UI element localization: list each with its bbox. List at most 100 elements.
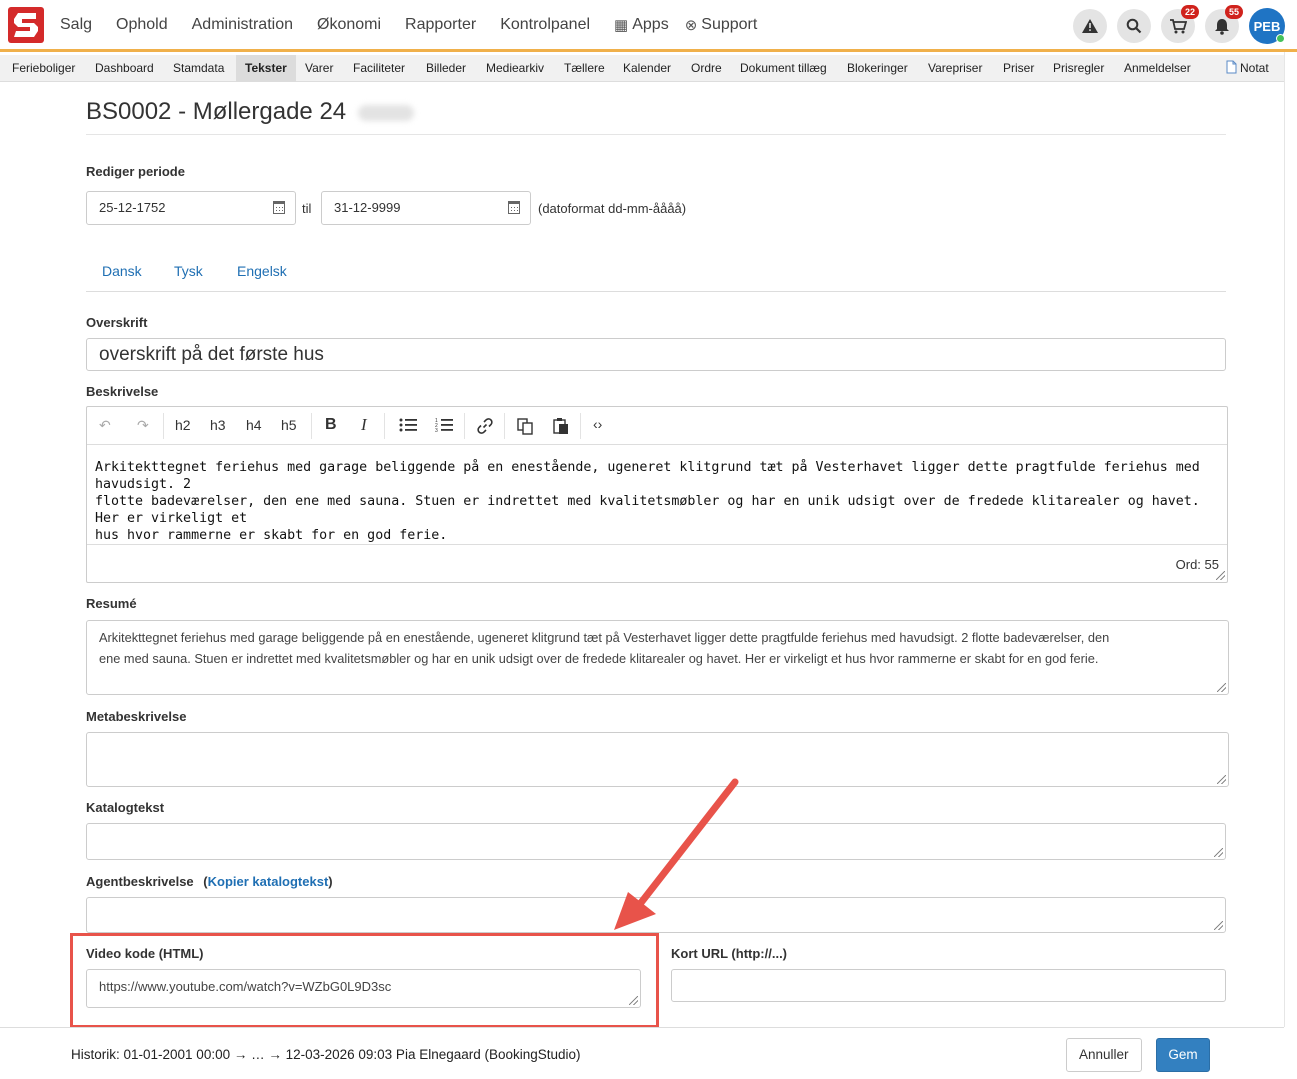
period-label: Rediger periode	[86, 164, 185, 179]
undo-icon[interactable]: ↶	[99, 417, 111, 434]
cancel-button[interactable]: Annuller	[1066, 1038, 1142, 1072]
h4-button[interactable]: h4	[246, 417, 262, 433]
subnav-item-dashboard[interactable]: Dashboard	[89, 55, 160, 82]
short-url-input[interactable]	[671, 969, 1226, 1002]
subnav-item-ordre[interactable]: Ordre	[685, 55, 728, 82]
nav-item-okonomi[interactable]: Økonomi	[317, 16, 381, 34]
toolbar-separator	[580, 413, 581, 439]
catalog-label: Katalogtekst	[86, 800, 165, 815]
blurred-tag	[358, 104, 415, 121]
resize-handle-icon[interactable]	[1216, 571, 1225, 580]
nav-item-support[interactable]: ⊗ Support	[685, 16, 758, 34]
bold-icon[interactable]: B	[325, 416, 337, 434]
nav-item-apps[interactable]: ▦ Apps	[614, 16, 669, 34]
subnav-item-billeder[interactable]: Billeder	[420, 55, 472, 82]
nav-item-label: Apps	[632, 16, 669, 33]
nav-item-label: Rapporter	[405, 16, 477, 33]
subnav-label: Varer	[305, 61, 334, 75]
search-icon	[1126, 18, 1142, 34]
subnav-label: Tekster	[245, 61, 287, 75]
highlight-box	[70, 933, 659, 1028]
nav-item-kontrolpanel[interactable]: Kontrolpanel	[500, 16, 590, 34]
grid-icon: ▦	[614, 17, 629, 34]
subnav-item-blokeringer[interactable]: Blokeringer	[841, 55, 914, 82]
description-line: flotte badeværelser, den ene med sauna. …	[95, 494, 1200, 526]
subnav-item-priser[interactable]: Priser	[997, 55, 1040, 82]
warning-button[interactable]	[1073, 9, 1107, 43]
nav-item-label: Support	[701, 16, 758, 33]
h2-button[interactable]: h2	[175, 417, 191, 433]
description-label: Beskrivelse	[86, 384, 159, 399]
nav-item-administration[interactable]: Administration	[192, 16, 293, 34]
redo-icon[interactable]: ↷	[137, 417, 149, 434]
nav-item-ophold[interactable]: Ophold	[116, 16, 168, 34]
subnav-item-anmeldelser[interactable]: Anmeldelser	[1118, 55, 1197, 82]
source-code-icon[interactable]: ‹›	[593, 416, 602, 432]
document-icon	[1226, 60, 1237, 74]
warning-icon	[1082, 19, 1098, 33]
link-icon[interactable]	[476, 417, 494, 438]
copy-icon[interactable]	[516, 417, 534, 438]
subnav-item-mediearkiv[interactable]: Mediearkiv	[480, 55, 550, 82]
meta-textarea[interactable]	[86, 732, 1229, 787]
period-to-input[interactable]: 31-12-9999	[321, 191, 531, 225]
resize-handle-icon[interactable]	[1217, 683, 1226, 692]
bullet-list-icon[interactable]	[399, 417, 417, 436]
language-tabs: Dansk Tysk Engelsk	[86, 258, 1226, 292]
calendar-icon[interactable]	[508, 201, 520, 214]
resize-handle-icon[interactable]	[1214, 848, 1223, 857]
catalog-textarea[interactable]	[86, 823, 1226, 860]
subnav-item-dokument-tillaeg[interactable]: Dokument tillæg	[734, 55, 833, 82]
nav-item-rapporter[interactable]: Rapporter	[405, 16, 476, 34]
paste-icon[interactable]	[552, 417, 570, 438]
subnav-item-varer[interactable]: Varer	[299, 55, 339, 82]
h3-button[interactable]: h3	[210, 417, 226, 433]
word-count: Ord: 55	[1175, 557, 1219, 572]
resize-handle-icon[interactable]	[1217, 775, 1226, 784]
italic-icon[interactable]: I	[361, 415, 367, 435]
tab-tysk[interactable]: Tysk	[174, 263, 203, 279]
page-title-text: BS0002 - Møllergade 24	[86, 98, 347, 125]
save-button[interactable]: Gem	[1156, 1038, 1210, 1072]
nav-item-label: Salg	[60, 16, 93, 33]
subnav-item-tekster[interactable]: Tekster	[236, 55, 296, 82]
period-to-value: 31-12-9999	[334, 200, 401, 215]
cart-button[interactable]: 22	[1161, 5, 1199, 43]
app-logo[interactable]	[8, 7, 44, 43]
tab-engelsk[interactable]: Engelsk	[237, 263, 287, 279]
subnav-item-faciliteter[interactable]: Faciliteter	[347, 55, 411, 82]
subnav-item-taellere[interactable]: Tællere	[558, 55, 611, 82]
bell-icon	[1215, 18, 1229, 35]
calendar-icon[interactable]	[273, 201, 285, 214]
heading-value: overskrift på det første hus	[99, 344, 324, 365]
h5-button[interactable]: h5	[281, 417, 297, 433]
subnav-item-varepriser[interactable]: Varepriser	[922, 55, 988, 82]
description-editor[interactable]: ↶ ↷ h2 h3 h4 h5 B I 123 ‹› Arkitekttegne…	[86, 406, 1228, 583]
copy-catalog-text-link[interactable]: Kopier katalogtekst	[208, 874, 329, 889]
subnav-item-stamdata[interactable]: Stamdata	[167, 55, 230, 82]
subnav-item-ferieboliger[interactable]: Ferieboliger	[6, 55, 81, 82]
search-button[interactable]	[1117, 9, 1151, 43]
numbered-list-icon[interactable]: 123	[435, 417, 453, 436]
notification-count-badge: 55	[1224, 5, 1243, 19]
nav-item-salg[interactable]: Salg	[60, 16, 92, 34]
page-scrollbar[interactable]	[1284, 52, 1297, 1027]
note-button[interactable]: Notat	[1220, 55, 1275, 82]
description-text[interactable]: Arkitekttegnet feriehus med garage belig…	[95, 459, 1219, 544]
summary-textarea[interactable]: Arkitekttegnet feriehus med garage belig…	[86, 620, 1229, 695]
nav-item-label: Ophold	[116, 16, 168, 33]
nav-item-label: Kontrolpanel	[500, 16, 591, 33]
note-label: Notat	[1240, 61, 1269, 75]
notifications-button[interactable]: 55	[1205, 5, 1243, 43]
subnav-label: Mediearkiv	[486, 61, 545, 75]
subnav-label: Varepriser	[928, 61, 983, 75]
period-from-input[interactable]: 25-12-1752	[86, 191, 296, 225]
subnav-item-kalender[interactable]: Kalender	[617, 55, 677, 82]
subnav-item-prisregler[interactable]: Prisregler	[1047, 55, 1110, 82]
agent-textarea[interactable]	[86, 897, 1226, 933]
user-avatar[interactable]: PEB	[1249, 8, 1285, 44]
heading-input[interactable]: overskrift på det første hus	[86, 338, 1226, 371]
tab-dansk[interactable]: Dansk	[102, 263, 142, 279]
subnav-label: Billeder	[426, 61, 467, 75]
resize-handle-icon[interactable]	[1214, 921, 1223, 930]
